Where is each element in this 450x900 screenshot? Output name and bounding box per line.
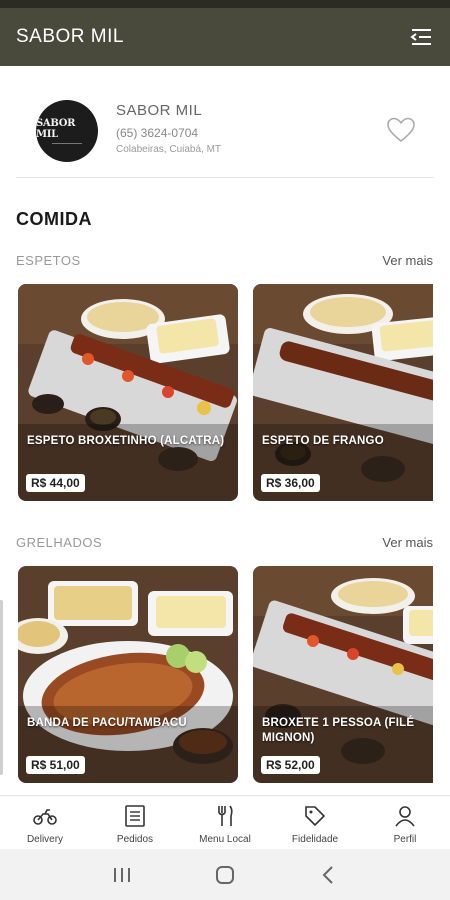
receipt-icon <box>125 805 145 827</box>
product-price: R$ 36,00 <box>261 474 320 492</box>
nav-label: Perfil <box>393 834 417 845</box>
nav-item-fidelidade[interactable]: Fidelidade <box>270 796 360 849</box>
food-photo <box>253 566 433 783</box>
product-name: BROXETE 1 PESSOA (FILÉ MIGNON) <box>262 717 415 744</box>
nav-label: Menu Local <box>199 834 251 845</box>
nav-item-delivery[interactable]: Delivery <box>0 796 90 849</box>
product-price: R$ 44,00 <box>26 474 85 492</box>
store-logo: SABOR MIL <box>36 100 98 162</box>
motorcycle-icon <box>33 809 57 825</box>
nav-item-perfil[interactable]: Perfil <box>360 796 450 849</box>
cutlery-icon <box>218 805 233 826</box>
store-header: SABOR MIL SABOR MIL (65) 3624-0704 Colab… <box>0 66 450 178</box>
product-name: BANDA DE PACU/TAMBACU <box>27 717 187 729</box>
product-price: R$ 52,00 <box>261 756 320 774</box>
home-button[interactable] <box>213 863 237 887</box>
nav-label: Delivery <box>26 834 64 845</box>
section-title: COMIDA <box>16 209 92 229</box>
product-name: ESPETO DE FRANGO <box>262 435 384 447</box>
see-more-link[interactable]: Ver mais <box>382 535 433 550</box>
side-drawer-handle[interactable] <box>0 600 3 775</box>
logo-text: SABOR MIL <box>36 118 76 140</box>
recent-apps-icon <box>113 867 130 882</box>
nav-item-pedidos[interactable]: Pedidos <box>90 796 180 849</box>
tag-icon <box>305 806 326 827</box>
bottom-nav: Delivery Pedidos Menu Local Fidelidade P… <box>0 795 450 849</box>
nav-item-menu-local[interactable]: Menu Local <box>180 796 270 849</box>
product-card[interactable]: ESPETO DE FRANGO R$ 36,00 <box>253 284 433 501</box>
recent-apps-button[interactable] <box>110 863 134 887</box>
see-more-link[interactable]: Ver mais <box>382 253 433 268</box>
store-location: Colabeiras, Cuiabá, MT <box>116 144 222 155</box>
menu-button[interactable] <box>408 24 434 50</box>
app-bar: SABOR MIL <box>0 8 450 66</box>
nav-label: Fidelidade <box>291 834 339 845</box>
status-bar <box>0 0 450 8</box>
store-phone[interactable]: (65) 3624-0704 <box>116 126 198 140</box>
category-title: ESPETOS <box>16 253 81 268</box>
food-photo <box>253 284 433 501</box>
system-nav-bar <box>0 849 450 900</box>
category-title: GRELHADOS <box>16 535 103 550</box>
product-card[interactable]: BANDA DE PACU/TAMBACU R$ 51,00 <box>18 566 238 783</box>
header-divider <box>16 177 434 178</box>
logo-underline <box>52 143 82 144</box>
back-button[interactable] <box>316 863 340 887</box>
app-title: SABOR MIL <box>16 26 124 47</box>
menu-icon <box>410 29 431 45</box>
product-name: ESPETO BROXETINHO (ALCATRA) <box>27 435 225 447</box>
favorite-button[interactable] <box>386 116 416 144</box>
heart-icon <box>387 117 415 143</box>
product-card[interactable]: BROXETE 1 PESSOA (FILÉ MIGNON) R$ 52,00 <box>253 566 433 783</box>
product-card[interactable]: ESPETO BROXETINHO (ALCATRA) R$ 44,00 <box>18 284 238 501</box>
home-icon <box>215 865 234 884</box>
food-photo <box>18 566 238 783</box>
back-chevron-icon <box>322 865 334 884</box>
product-price: R$ 51,00 <box>26 756 85 774</box>
store-name: SABOR MIL <box>116 102 203 119</box>
nav-label: Pedidos <box>116 834 154 845</box>
food-photo <box>18 284 238 501</box>
person-icon <box>395 806 415 827</box>
